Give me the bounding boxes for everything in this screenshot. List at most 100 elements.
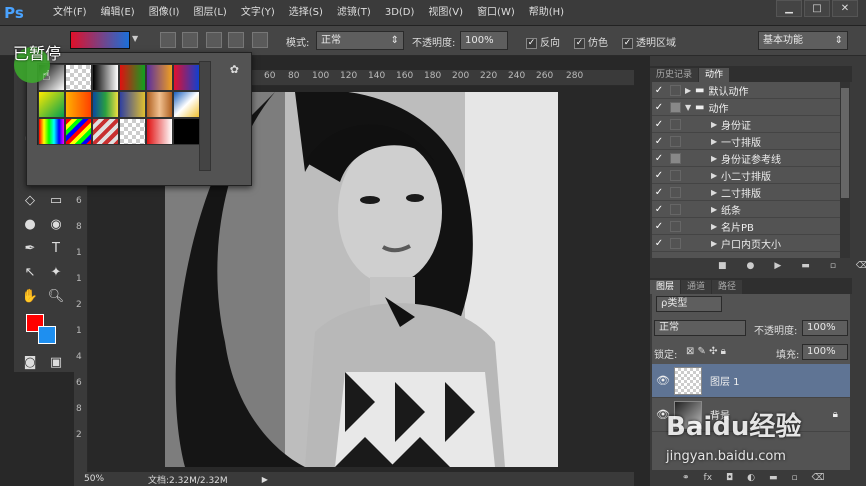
dodge-tool-icon[interactable]: ◉ (46, 214, 66, 234)
menu-image[interactable]: 图像(I) (142, 0, 187, 26)
gradient-swatch[interactable] (146, 64, 173, 91)
eraser-tool-icon[interactable]: ◇ (20, 190, 40, 210)
menu-window[interactable]: 窗口(W) (470, 0, 522, 26)
check-icon[interactable]: ✓ (652, 204, 666, 215)
maximize-button[interactable]: □ (804, 0, 830, 17)
gradient-swatch[interactable] (65, 64, 92, 91)
layer-row[interactable]: 👁︎ 图层 1 (652, 364, 850, 398)
gradient-dropdown-arrow-icon[interactable]: ▼ (132, 34, 138, 43)
fx-icon[interactable]: fx (704, 473, 713, 483)
check-icon[interactable]: ✓ (652, 153, 666, 164)
collapse-triangle-icon[interactable]: ▼ (685, 103, 695, 112)
radial-gradient-icon[interactable] (182, 32, 198, 48)
diamond-gradient-icon[interactable] (252, 32, 268, 48)
lock-icons[interactable]: ⊠ ✎ ✣ 🔒︎ (686, 346, 726, 357)
expand-triangle-icon[interactable]: ▶ (711, 120, 721, 129)
action-row[interactable]: ✓ ▶ 一寸排版 (652, 133, 840, 150)
group-icon[interactable]: ▬ (769, 473, 778, 483)
menu-select[interactable]: 选择(S) (282, 0, 330, 26)
action-row[interactable]: ✓ ▶ 名片PB (652, 218, 840, 235)
minimize-button[interactable]: ▁ (776, 0, 802, 17)
record-icon[interactable]: ● (747, 261, 755, 271)
check-icon[interactable]: ✓ (652, 221, 666, 232)
dither-checkbox[interactable]: ✓ (574, 37, 585, 49)
check-icon[interactable]: ✓ (652, 238, 666, 249)
hand-tool-icon[interactable]: ✋ (20, 286, 40, 306)
shape-tool-icon[interactable]: ✦ (46, 262, 66, 282)
menu-3d[interactable]: 3D(D) (378, 0, 422, 26)
dialog-toggle-icon[interactable] (670, 101, 681, 113)
dialog-toggle-icon[interactable] (670, 186, 681, 198)
linear-gradient-icon[interactable] (160, 32, 176, 48)
dialog-toggle-icon[interactable] (670, 203, 681, 215)
dialog-toggle-icon[interactable] (670, 220, 681, 232)
gradient-swatch[interactable] (92, 118, 119, 145)
tab-actions[interactable]: 动作 (699, 68, 730, 82)
menu-layer[interactable]: 图层(L) (186, 0, 233, 26)
dialog-toggle-icon[interactable] (670, 118, 681, 130)
scroll-thumb[interactable] (841, 88, 849, 198)
expand-triangle-icon[interactable]: ▶ (711, 154, 721, 163)
menu-type[interactable]: 文字(Y) (234, 0, 282, 26)
close-button[interactable]: ✕ (832, 0, 858, 17)
menu-edit[interactable]: 编辑(E) (94, 0, 142, 26)
gradient-swatch[interactable] (119, 118, 146, 145)
gradient-swatch[interactable] (38, 91, 65, 118)
action-row[interactable]: ✓ ▶ 小二寸排版 (652, 167, 840, 184)
gradient-tool-icon[interactable]: ▭ (46, 190, 66, 210)
dialog-toggle-icon[interactable] (670, 169, 681, 181)
zoom-level[interactable]: 50% (84, 474, 144, 484)
gradient-swatch[interactable] (146, 91, 173, 118)
mode-select[interactable]: 正常 ⇕ (316, 31, 404, 50)
dialog-toggle-icon[interactable] (670, 135, 681, 147)
gradient-picker-scrollbar[interactable] (199, 61, 211, 171)
new-set-icon[interactable]: ▬ (801, 261, 810, 271)
action-row[interactable]: ✓ ▶ 二寸排版 (652, 184, 840, 201)
type-tool-icon[interactable]: T (46, 238, 66, 258)
action-row[interactable]: ✓ ▼ ▬ 动作 (652, 99, 840, 116)
status-arrow-icon[interactable]: ▶ (262, 475, 268, 484)
menu-help[interactable]: 帮助(H) (522, 0, 571, 26)
stop-icon[interactable]: ■ (718, 261, 727, 271)
gradient-swatch[interactable] (65, 118, 92, 145)
check-icon[interactable]: ✓ (652, 102, 666, 113)
new-action-icon[interactable]: ▫ (830, 261, 836, 271)
expand-triangle-icon[interactable]: ▶ (711, 222, 721, 231)
dialog-toggle-icon[interactable] (670, 152, 681, 164)
play-icon[interactable]: ▶ (774, 261, 781, 271)
gradient-swatch[interactable] (92, 91, 119, 118)
gradient-swatch[interactable] (92, 64, 119, 91)
check-icon[interactable]: ✓ (652, 187, 666, 198)
gear-icon[interactable]: ✿ (230, 63, 239, 76)
action-row[interactable]: ✓ ▶ 身份证参考线 (652, 150, 840, 167)
tab-history[interactable]: 历史记录 (650, 68, 699, 82)
quick-mask-icon[interactable]: ◙ (20, 352, 40, 372)
tab-channels[interactable]: 通道 (681, 280, 712, 294)
gradient-swatch[interactable] (119, 91, 146, 118)
action-row[interactable]: ✓ ▶ 纸条 (652, 201, 840, 218)
dialog-toggle-icon[interactable] (670, 84, 681, 96)
path-select-tool-icon[interactable]: ↖ (20, 262, 40, 282)
dialog-toggle-icon[interactable] (670, 237, 681, 249)
link-icon[interactable]: ⚭ (682, 473, 690, 483)
pen-tool-icon[interactable]: ✒ (20, 238, 40, 258)
transparency-option[interactable]: ✓ 透明区域 (622, 34, 676, 49)
gradient-swatch[interactable] (65, 91, 92, 118)
menu-file[interactable]: 文件(F) (46, 0, 94, 26)
expand-triangle-icon[interactable]: ▶ (711, 188, 721, 197)
action-row[interactable]: ✓ ▶ 身份证 (652, 116, 840, 133)
mask-icon[interactable]: ◘ (726, 473, 733, 483)
eye-icon[interactable]: 👁︎ (652, 408, 674, 421)
fill-input[interactable]: 100% (802, 344, 848, 360)
tab-layers[interactable]: 图层 (650, 280, 681, 294)
transparency-checkbox[interactable]: ✓ (622, 37, 633, 49)
layer-blend-select[interactable]: 正常 (654, 320, 746, 336)
zoom-tool-icon[interactable]: 🔍︎ (46, 286, 66, 306)
opacity-input[interactable]: 100% (460, 31, 508, 50)
layer-opacity-input[interactable]: 100% (802, 320, 848, 336)
gradient-swatch[interactable] (146, 118, 173, 145)
reverse-option[interactable]: ✓ 反向 (526, 34, 560, 49)
gradient-preview-button[interactable] (70, 31, 130, 49)
angle-gradient-icon[interactable] (206, 32, 222, 48)
action-row[interactable]: ✓ ▶ 户口内页大小 (652, 235, 840, 252)
